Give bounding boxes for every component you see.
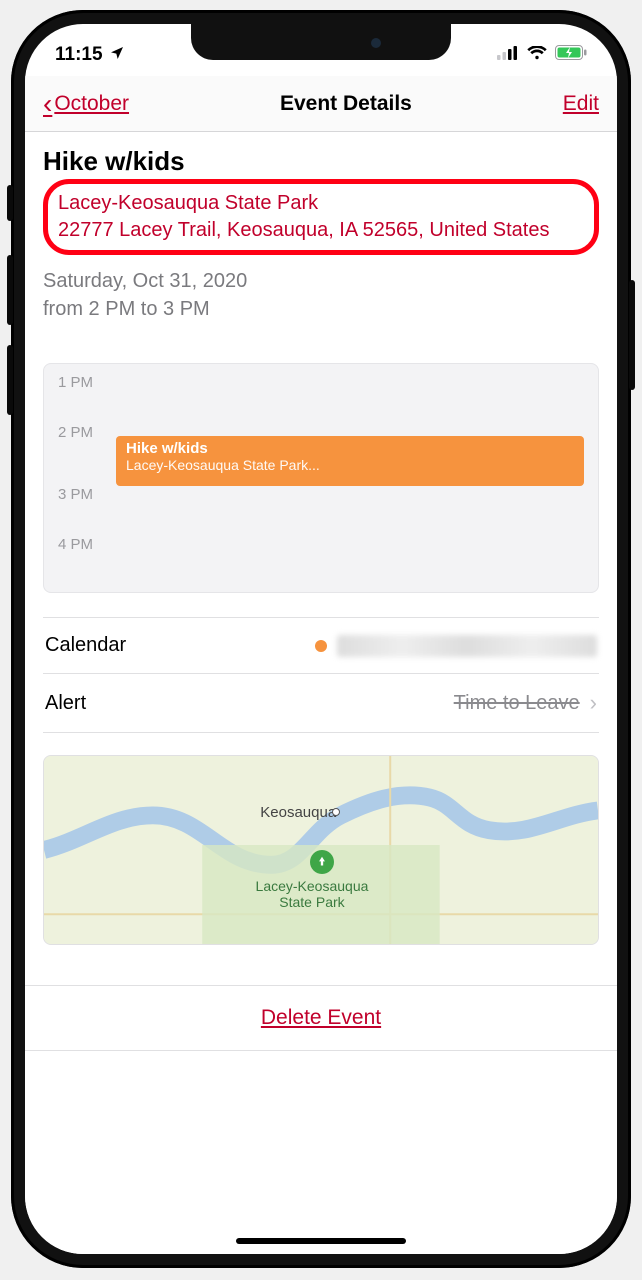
timeline-hour: 4 PM: [58, 536, 93, 553]
timeline-event-title: Hike w/kids: [126, 440, 574, 457]
day-timeline[interactable]: 1 PM 2 PM 3 PM 4 PM Hike w/kids Lacey-Ke…: [43, 363, 599, 593]
page-title: Event Details: [280, 92, 412, 116]
wifi-icon: [527, 44, 547, 66]
alert-row[interactable]: Alert Time to Leave ›: [43, 674, 599, 733]
event-title: Hike w/kids: [43, 146, 599, 177]
battery-charging-icon: [555, 44, 587, 66]
event-date: Saturday, Oct 31, 2020: [43, 267, 599, 295]
timeline-event-location: Lacey-Keosauqua State Park...: [126, 457, 574, 473]
delete-event-button[interactable]: Delete Event: [25, 985, 617, 1051]
back-button[interactable]: ‹ October: [43, 88, 129, 120]
event-location-highlight[interactable]: Lacey-Keosauqua State Park 22777 Lacey T…: [43, 179, 599, 255]
edit-button[interactable]: Edit: [563, 92, 599, 116]
calendar-name-redacted: [337, 635, 597, 657]
volume-down-button[interactable]: [7, 345, 13, 415]
back-label: October: [54, 92, 129, 116]
event-time: from 2 PM to 3 PM: [43, 295, 599, 323]
device-notch: [191, 24, 451, 60]
status-time: 11:15: [55, 44, 103, 66]
event-location-name: Lacey-Keosauqua State Park: [58, 190, 584, 217]
timeline-hour: 1 PM: [58, 374, 93, 391]
map-park-label: Lacey-KeosauquaState Park: [256, 878, 369, 910]
chevron-right-icon: ›: [590, 690, 597, 716]
mute-switch[interactable]: [7, 185, 13, 221]
timeline-hour: 2 PM: [58, 424, 93, 441]
alert-label: Alert: [45, 692, 86, 715]
calendar-row[interactable]: Calendar: [43, 618, 599, 674]
nav-bar: ‹ October Event Details Edit: [25, 76, 617, 132]
map-city-label: Keosauqua: [260, 804, 336, 821]
home-indicator[interactable]: [236, 1238, 406, 1244]
delete-event-label: Delete Event: [261, 1006, 381, 1029]
event-location-address: 22777 Lacey Trail, Keosauqua, IA 52565, …: [58, 217, 584, 244]
chevron-left-icon: ‹: [43, 88, 52, 120]
location-icon: [109, 45, 125, 66]
cellular-icon: [497, 44, 519, 66]
alert-value: Time to Leave: [454, 692, 580, 715]
power-button[interactable]: [629, 280, 635, 390]
volume-up-button[interactable]: [7, 255, 13, 325]
calendar-label: Calendar: [45, 634, 126, 657]
map-park-pin-icon: [310, 850, 334, 874]
content-area: Hike w/kids Lacey-Keosauqua State Park 2…: [25, 132, 617, 1254]
location-map[interactable]: Keosauqua Lacey-KeosauquaState Park: [43, 755, 599, 945]
timeline-hour: 3 PM: [58, 486, 93, 503]
calendar-color-dot: [315, 640, 327, 652]
timeline-event-block[interactable]: Hike w/kids Lacey-Keosauqua State Park..…: [116, 436, 584, 486]
